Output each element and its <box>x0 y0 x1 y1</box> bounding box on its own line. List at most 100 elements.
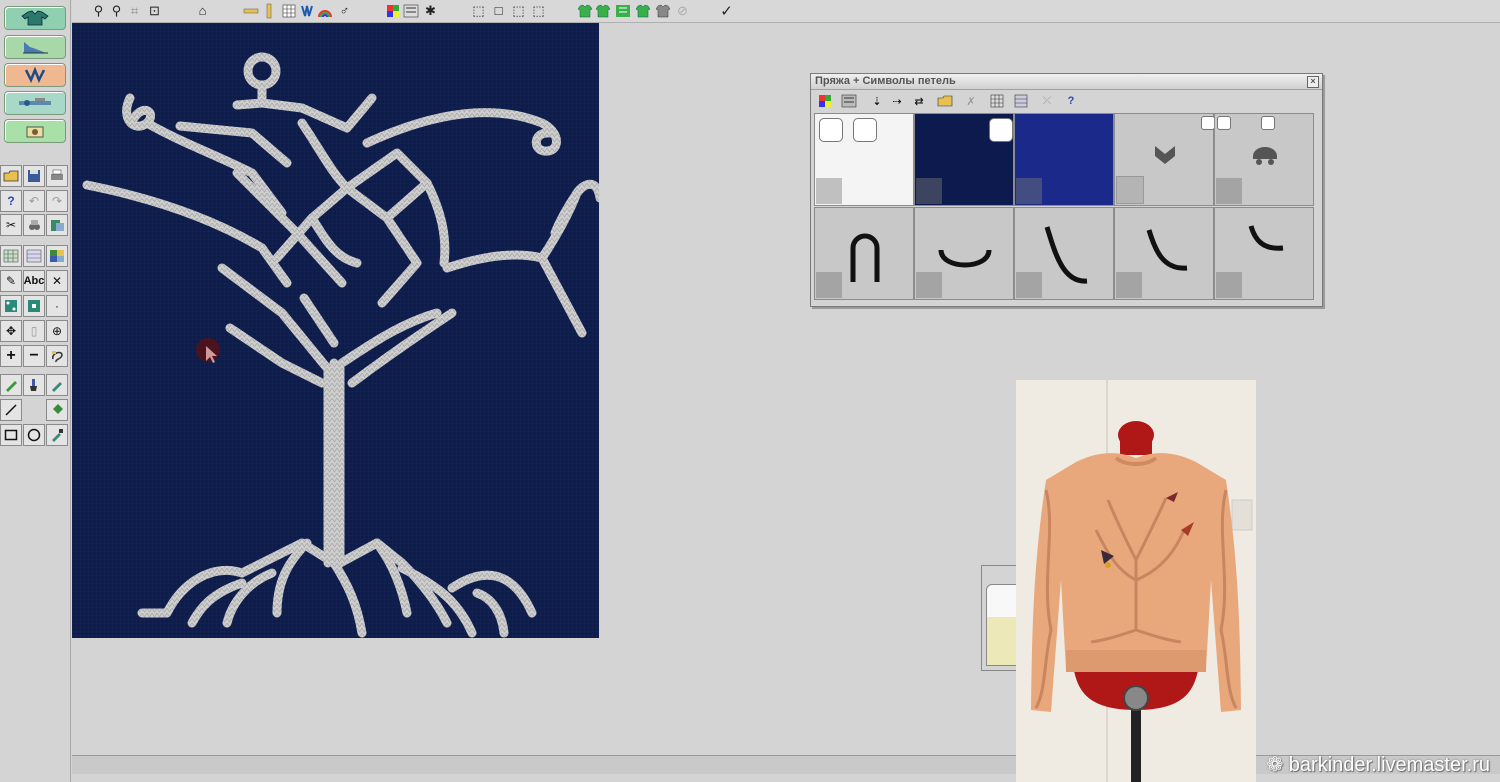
garment-sleeve-icon[interactable] <box>614 2 631 19</box>
zoom-out-icon[interactable]: ⚲ <box>108 2 125 19</box>
window-titlebar[interactable]: Пряжа + Символы петель × <box>811 74 1322 90</box>
redo-icon[interactable]: ↷ <box>46 190 68 212</box>
pattern-select-icon[interactable] <box>23 295 45 317</box>
help-icon[interactable]: ? <box>0 190 22 212</box>
transfer-icon[interactable]: ⇢ <box>889 93 905 109</box>
dot-icon[interactable]: · <box>46 295 68 317</box>
stitch-toggle-icon[interactable] <box>298 2 315 19</box>
delete-symbol-icon[interactable]: ✗ <box>963 93 979 109</box>
checkbox[interactable] <box>1217 116 1231 130</box>
close-icon[interactable]: × <box>1307 76 1319 88</box>
remove-icon[interactable]: ⤫ <box>1039 93 1055 109</box>
yarn-symbol-bobble[interactable] <box>1214 113 1314 206</box>
swatch <box>1216 272 1242 298</box>
watermark-text: barkinder.livemaster.ru <box>1288 754 1490 776</box>
pattern-icon[interactable]: ✱ <box>422 2 439 19</box>
zoom-fit-icon[interactable]: ⌗ <box>126 2 143 19</box>
yarn-color-1[interactable] <box>814 113 914 206</box>
yarn-symbols-icon[interactable] <box>402 2 419 19</box>
paste-icon[interactable] <box>46 214 68 236</box>
stitch-view-button[interactable] <box>4 63 66 87</box>
checkbox[interactable] <box>989 118 1013 142</box>
edit-icon[interactable]: ✎ <box>0 270 22 292</box>
garment-full-icon[interactable] <box>634 2 651 19</box>
checkbox[interactable] <box>819 118 843 142</box>
print-icon[interactable] <box>46 165 68 187</box>
stitch-symbol-2[interactable] <box>914 207 1014 300</box>
swap-icon[interactable]: ⇄ <box>911 93 927 109</box>
garment-front-icon[interactable] <box>576 2 593 19</box>
color-preview-swatch <box>986 584 1020 666</box>
select-rect-icon[interactable]: □ <box>490 2 507 19</box>
swatch <box>816 178 842 204</box>
checkbox[interactable] <box>853 118 877 142</box>
color-preview-window[interactable] <box>981 565 1020 671</box>
select-area-icon[interactable]: ⬚ <box>510 2 527 19</box>
pattern-fill-icon[interactable] <box>0 295 22 317</box>
color-table-icon[interactable] <box>817 93 833 109</box>
pattern-canvas[interactable] <box>72 23 599 638</box>
undo-icon[interactable]: ↶ <box>23 190 45 212</box>
vertical-ruler-icon[interactable] <box>260 2 277 19</box>
cut-icon[interactable]: ✂ <box>0 214 22 236</box>
stitch-symbol-1[interactable] <box>814 207 914 300</box>
grid-icon[interactable] <box>0 245 22 267</box>
stitch-symbol-3[interactable] <box>1014 207 1114 300</box>
line-icon[interactable] <box>0 399 22 421</box>
machine-settings-button[interactable] <box>4 91 66 115</box>
yarn-symbol-leaf[interactable] <box>1114 113 1215 206</box>
select-icon[interactable]: ⬚ <box>470 2 487 19</box>
yarn-symbols-icon[interactable] <box>841 93 857 109</box>
yarn-color-2[interactable] <box>914 113 1014 206</box>
grid-toggle-icon[interactable] <box>280 2 297 19</box>
symbols-icon[interactable]: ♂ <box>336 2 353 19</box>
lasso-icon[interactable] <box>46 345 68 367</box>
garment-shape-button[interactable] <box>4 6 66 30</box>
checkbox[interactable] <box>1261 116 1275 130</box>
transform-icon[interactable]: ✕ <box>46 270 68 292</box>
help-icon[interactable]: ? <box>1063 93 1079 109</box>
table-icon[interactable] <box>23 245 45 267</box>
checkmark-icon[interactable]: ✓ <box>718 2 735 20</box>
stitch-symbol-4[interactable] <box>1114 207 1214 300</box>
finished-sweater-image <box>1016 380 1256 782</box>
select-clear-icon[interactable]: ⬚ <box>530 2 547 19</box>
copy-icon[interactable] <box>23 214 45 236</box>
disabled-tool-icon[interactable]: ⊘ <box>674 2 691 19</box>
spray-icon[interactable] <box>46 374 68 396</box>
add-icon[interactable]: + <box>0 345 22 367</box>
folder-icon[interactable] <box>937 93 953 109</box>
pencil-icon[interactable] <box>0 374 22 396</box>
rectangle-icon[interactable] <box>0 424 22 446</box>
hook-large-icon <box>1044 226 1088 284</box>
rainbow-icon[interactable] <box>316 2 333 19</box>
preview-button[interactable] <box>4 119 66 143</box>
remove-icon[interactable]: − <box>23 345 45 367</box>
text-icon[interactable]: Abc <box>23 270 45 292</box>
color-grid-icon[interactable] <box>46 245 68 267</box>
crosshair-icon[interactable]: ⊕ <box>46 320 68 342</box>
eyedropper-icon[interactable] <box>46 424 68 446</box>
chart-view-button[interactable] <box>4 35 66 59</box>
garment-gray-icon[interactable] <box>654 2 671 19</box>
open-file-icon[interactable] <box>0 165 22 187</box>
zoom-window-icon[interactable]: ⊡ <box>146 2 163 19</box>
save-icon[interactable] <box>23 165 45 187</box>
page-icon[interactable]: ▯ <box>23 320 45 342</box>
house-icon[interactable]: ⌂ <box>194 2 211 19</box>
ruler-icon[interactable] <box>242 2 259 19</box>
palette-window-icon[interactable] <box>384 2 401 19</box>
stitch-symbol-5[interactable] <box>1214 207 1314 300</box>
checkbox[interactable] <box>1201 116 1215 130</box>
yarn-color-3[interactable] <box>1014 113 1114 206</box>
ellipse-icon[interactable] <box>23 424 45 446</box>
brush-icon[interactable] <box>23 374 45 396</box>
arrow-down-icon[interactable]: ⇣ <box>869 93 885 109</box>
chart-icon <box>23 42 48 54</box>
grid-view-icon[interactable] <box>989 93 1005 109</box>
garment-back-icon[interactable] <box>594 2 611 19</box>
zoom-icon[interactable]: ⚲ <box>90 2 107 19</box>
move-icon[interactable]: ✥ <box>0 320 22 342</box>
list-view-icon[interactable] <box>1013 93 1029 109</box>
fill-bucket-icon[interactable] <box>46 399 68 421</box>
